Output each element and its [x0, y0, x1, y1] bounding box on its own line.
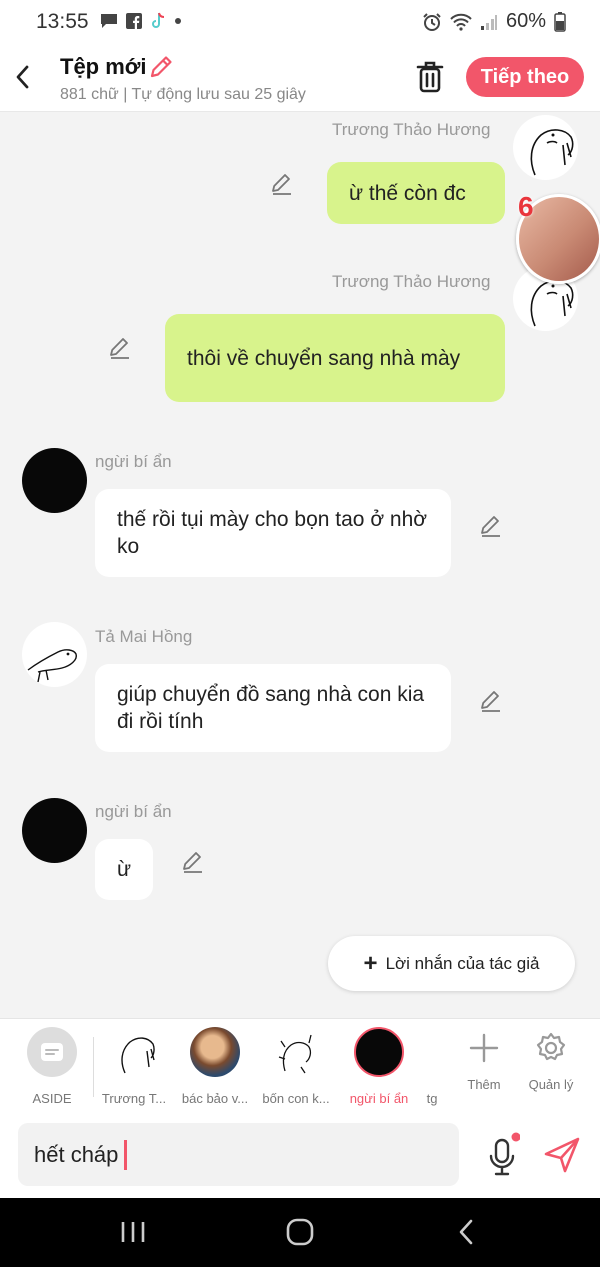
microphone-icon[interactable]: [486, 1132, 520, 1182]
message-text: thôi về chuyển sang nhà mày: [187, 346, 461, 370]
nav-back-icon[interactable]: [456, 1218, 476, 1246]
page-title: Tệp mới: [60, 54, 147, 79]
composer: hết cháp: [0, 1112, 600, 1198]
wifi-icon: [450, 13, 472, 31]
alarm-icon: [423, 12, 441, 31]
message-bubble[interactable]: thế rồi tụi mày cho bọn tao ở nhờ ko: [95, 489, 451, 577]
tiktok-icon: [152, 12, 165, 28]
sender-name: ngừi bí ẩn: [95, 802, 172, 821]
edit-message-icon[interactable]: [107, 335, 133, 361]
battery-icon: [554, 11, 566, 32]
status-time: 13:55: [36, 10, 89, 33]
character-label: bác bảo v...: [181, 1091, 249, 1106]
sender-name: Tả Mai Hồng: [95, 627, 193, 646]
message-bubble[interactable]: thôi về chuyển sang nhà mày: [165, 314, 505, 402]
avatar[interactable]: [22, 798, 87, 863]
title-edit-icon[interactable]: [148, 54, 174, 80]
character-bar: ASIDE Trương T... bác bảo v... bốn con k…: [0, 1018, 600, 1112]
message-text: ừ: [117, 858, 132, 881]
sketch-avatar-icon: [27, 649, 77, 683]
avatar[interactable]: [513, 115, 578, 180]
home-icon[interactable]: [286, 1218, 314, 1246]
sketch-avatar-icon: [109, 1027, 159, 1077]
signal-icon: [480, 14, 497, 30]
back-icon[interactable]: [12, 62, 34, 92]
recent-apps-icon[interactable]: [120, 1220, 146, 1244]
floating-badge-count: 6: [518, 191, 534, 222]
message-text: giúp chuyển đồ sang nhà con kia đi rồi t…: [117, 683, 425, 733]
autosave-status: 881 chữ | Tự động lưu sau 25 giây: [60, 86, 306, 103]
character-label: ASIDE: [32, 1091, 72, 1106]
plus-icon: +: [363, 949, 378, 977]
author-note-button[interactable]: + Lời nhắn của tác giả: [328, 936, 575, 991]
notification-icons: [100, 12, 182, 30]
app-header: Tệp mới 881 chữ | Tự động lưu sau 25 giâ…: [0, 46, 600, 112]
message-bubble[interactable]: ừ: [95, 839, 153, 900]
next-button[interactable]: Tiếp theo: [466, 57, 584, 97]
message-text: ừ thế còn đc: [349, 181, 466, 205]
sender-name: Trương Thảo Hương: [332, 120, 491, 139]
facebook-icon: [126, 13, 142, 29]
message-bubble[interactable]: giúp chuyển đồ sang nhà con kia đi rồi t…: [95, 664, 451, 752]
edit-message-icon[interactable]: [478, 513, 504, 539]
sketch-group-icon: [271, 1027, 321, 1077]
chat-area[interactable]: Trương Thảo Hương ừ thế còn đc Trương Th…: [0, 112, 600, 1018]
avatar[interactable]: [22, 622, 87, 687]
avatar[interactable]: [22, 448, 87, 513]
message-bubble[interactable]: ừ thế còn đc: [327, 162, 505, 224]
character-bac-bao[interactable]: bác bảo v...: [173, 1027, 257, 1106]
text-cursor: [124, 1139, 128, 1170]
plus-icon: [469, 1033, 499, 1063]
edit-message-icon[interactable]: [478, 688, 504, 714]
message-input[interactable]: hết cháp: [18, 1123, 459, 1186]
aside-icon: [27, 1027, 77, 1077]
gear-icon: [536, 1032, 566, 1061]
message-text: thế rồi tụi mày cho bọn tao ở nhờ ko: [117, 508, 428, 558]
portrait-avatar-icon: [190, 1027, 240, 1077]
character-bon-con[interactable]: bốn con k...: [254, 1027, 338, 1106]
manage-characters-button[interactable]: Quản lý: [509, 1027, 593, 1092]
message-icon: [101, 14, 117, 28]
dot-icon: [175, 18, 181, 24]
sketch-avatar-icon: [530, 129, 574, 176]
author-note-label: Lời nhắn của tác giả: [385, 953, 540, 973]
character-aside[interactable]: ASIDE: [10, 1027, 94, 1106]
character-truong[interactable]: Trương T...: [92, 1027, 176, 1106]
character-nguoi-bi-an[interactable]: ngừi bí ẩn: [337, 1027, 421, 1106]
character-label: ngừi bí ẩn: [349, 1091, 409, 1106]
battery-percent: 60%: [505, 10, 546, 32]
character-label: Trương T...: [101, 1091, 167, 1106]
character-label: bốn con k...: [262, 1091, 330, 1106]
system-icons: 60%: [422, 10, 566, 33]
manage-label: Quản lý: [528, 1077, 574, 1092]
black-avatar-icon: [354, 1027, 404, 1077]
message-input-value: hết cháp: [34, 1141, 119, 1167]
system-nav-bar: [0, 1198, 600, 1267]
sender-name: Trương Thảo Hương: [332, 272, 491, 291]
status-bar: 13:55 60%: [0, 0, 600, 46]
edit-message-icon[interactable]: [180, 849, 206, 875]
sender-name: ngừi bí ẩn: [95, 452, 172, 471]
send-icon[interactable]: [543, 1136, 581, 1174]
trash-icon[interactable]: [414, 60, 446, 94]
edit-message-icon[interactable]: [269, 171, 295, 197]
character-label: tg: [426, 1091, 438, 1106]
